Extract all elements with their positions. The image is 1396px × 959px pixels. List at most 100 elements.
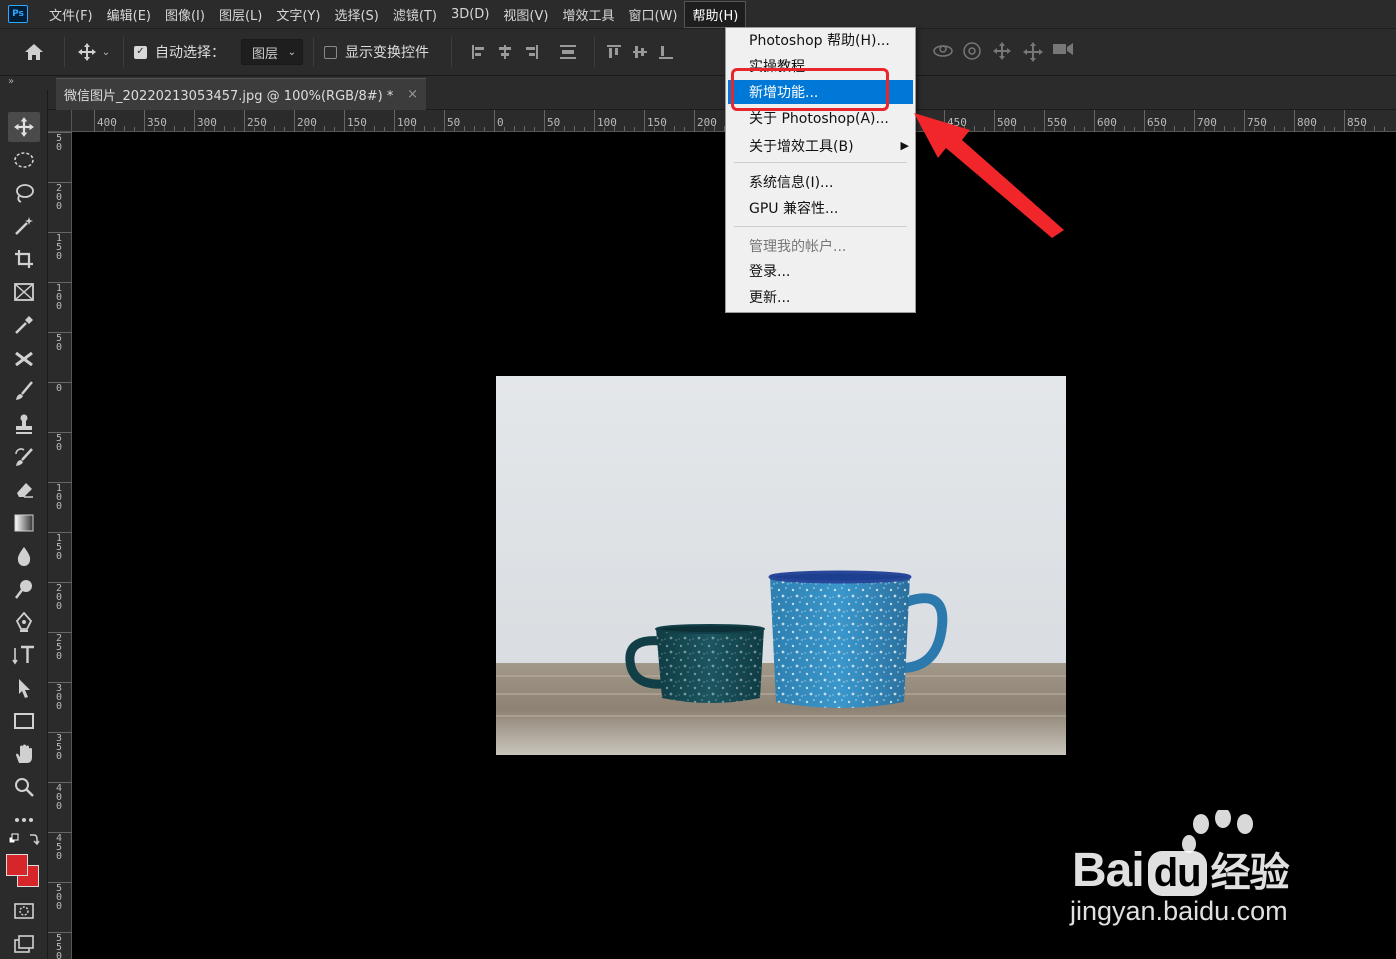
ruler-minor-tick bbox=[464, 126, 465, 131]
baidu-logo-text: Bai du 经验 bbox=[1072, 840, 1290, 898]
ruler-minor-tick bbox=[604, 127, 605, 131]
ruler-minor-tick bbox=[564, 126, 565, 131]
crop-icon[interactable] bbox=[8, 244, 40, 274]
gradient-icon[interactable] bbox=[8, 508, 40, 538]
ruler-tick bbox=[48, 632, 72, 633]
healing-brush-icon[interactable] bbox=[8, 343, 40, 373]
swap-colors-icon[interactable] bbox=[8, 830, 40, 850]
align-left-icon[interactable] bbox=[470, 43, 488, 61]
ruler-tick-label: 50 bbox=[56, 333, 63, 353]
rectangle-icon[interactable] bbox=[8, 706, 40, 736]
history-brush-icon[interactable] bbox=[8, 442, 40, 472]
menu-item-sign-in[interactable]: 登录... bbox=[726, 259, 915, 283]
quick-mask-icon[interactable] bbox=[8, 896, 40, 926]
menu-image[interactable]: 图像(I) bbox=[158, 2, 212, 27]
ellipse-marquee-icon[interactable] bbox=[8, 145, 40, 175]
menu-edit[interactable]: 编辑(E) bbox=[100, 2, 158, 27]
lasso-icon[interactable] bbox=[8, 178, 40, 208]
pan-3d-icon[interactable] bbox=[992, 41, 1011, 60]
align-right-icon[interactable] bbox=[522, 43, 540, 61]
move-tool-icon[interactable] bbox=[75, 40, 99, 64]
ruler-tick bbox=[1194, 110, 1195, 132]
collapse-panels-button[interactable]: » bbox=[0, 76, 48, 90]
clone-stamp-icon[interactable] bbox=[8, 409, 40, 439]
menu-layer[interactable]: 图层(L) bbox=[212, 2, 269, 27]
align-middle-icon[interactable] bbox=[631, 43, 649, 61]
type-tool-icon[interactable] bbox=[8, 640, 40, 670]
ruler-tick bbox=[48, 182, 72, 183]
hand-icon[interactable] bbox=[8, 739, 40, 769]
document-tab[interactable]: 微信图片_20220213053457.jpg @ 100%(RGB/8#) *… bbox=[56, 78, 426, 110]
align-center-horizontal-icon[interactable] bbox=[496, 43, 514, 61]
slide-3d-icon[interactable] bbox=[1022, 41, 1043, 62]
ruler-minor-tick bbox=[704, 127, 705, 131]
align-bottom-icon[interactable] bbox=[657, 43, 675, 61]
ruler-tick-label: 200 bbox=[56, 183, 63, 212]
vertical-ruler[interactable]: 50 200 150 100 50 0 50 100 150 200 250 300 350 400 450… bbox=[48, 132, 72, 959]
dodge-icon[interactable] bbox=[8, 574, 40, 604]
distribute-icon[interactable] bbox=[558, 43, 576, 61]
video-camera-icon[interactable] bbox=[1052, 41, 1073, 59]
layer-dropdown[interactable]: 图层 ⌄ bbox=[241, 39, 303, 65]
menu-window[interactable]: 窗口(W) bbox=[621, 2, 684, 27]
auto-select-checkbox[interactable]: ✓ bbox=[134, 45, 147, 59]
menu-view[interactable]: 视图(V) bbox=[496, 2, 555, 27]
menu-item-system-info[interactable]: 系统信息(I)... bbox=[726, 170, 915, 194]
ruler-tick-label: 150 bbox=[56, 533, 63, 562]
align-top-icon[interactable] bbox=[605, 43, 623, 61]
path-selection-icon[interactable] bbox=[8, 673, 40, 703]
ruler-minor-tick bbox=[524, 126, 525, 131]
ruler-minor-tick bbox=[1314, 126, 1315, 131]
roll-3d-icon[interactable] bbox=[962, 41, 981, 60]
ruler-tick bbox=[48, 332, 72, 333]
ruler-tick-label: 150 bbox=[56, 233, 63, 262]
magic-wand-icon[interactable] bbox=[8, 211, 40, 241]
zoom-icon[interactable] bbox=[8, 772, 40, 802]
menu-filter[interactable]: 滤镜(T) bbox=[386, 2, 444, 27]
frame-icon[interactable] bbox=[8, 277, 40, 307]
ruler-minor-tick bbox=[384, 127, 385, 131]
home-icon[interactable] bbox=[22, 40, 46, 64]
orbit-3d-icon[interactable] bbox=[932, 41, 953, 59]
eyedropper-icon[interactable] bbox=[8, 310, 40, 340]
menu-item-photoshop-help[interactable]: Photoshop 帮助(H)... bbox=[726, 28, 915, 52]
eraser-icon[interactable] bbox=[8, 475, 40, 505]
menu-item-about-plugins[interactable]: 关于增效工具(B) ▶ bbox=[726, 134, 915, 158]
ruler-minor-tick bbox=[654, 127, 655, 131]
ruler-tick bbox=[294, 110, 295, 132]
screen-mode-icon[interactable] bbox=[8, 929, 40, 959]
menu-item-gpu-compat[interactable]: GPU 兼容性... bbox=[726, 196, 915, 220]
menu-3d[interactable]: 3D(D) bbox=[444, 4, 496, 25]
ruler-minor-tick bbox=[1374, 126, 1375, 131]
menu-plugins[interactable]: 增效工具 bbox=[555, 2, 621, 27]
ruler-tick bbox=[594, 110, 595, 132]
close-icon[interactable]: × bbox=[407, 87, 418, 102]
menu-select[interactable]: 选择(S) bbox=[327, 2, 385, 27]
brush-icon[interactable] bbox=[8, 376, 40, 406]
ruler-minor-tick bbox=[474, 126, 475, 131]
menu-file[interactable]: 文件(F) bbox=[42, 2, 100, 27]
ruler-tick bbox=[48, 882, 72, 883]
foreground-color-swatch[interactable] bbox=[6, 854, 28, 876]
ruler-tick-label: 0 bbox=[56, 383, 63, 394]
ruler-origin[interactable] bbox=[48, 110, 72, 132]
ruler-minor-tick bbox=[1354, 127, 1355, 131]
chevron-down-icon[interactable]: ⌄ bbox=[99, 40, 113, 64]
ruler-minor-tick bbox=[254, 127, 255, 131]
menu-item-about-plugins-label: 关于增效工具(B) bbox=[749, 139, 854, 155]
photo-two-enamel-mugs bbox=[496, 376, 1066, 755]
menu-help[interactable]: 帮助(H) bbox=[684, 0, 747, 28]
menu-type[interactable]: 文字(Y) bbox=[269, 2, 327, 27]
menu-item-updates[interactable]: 更新... bbox=[726, 285, 915, 309]
blur-icon[interactable] bbox=[8, 541, 40, 571]
pen-icon[interactable] bbox=[8, 607, 40, 637]
show-transform-checkbox[interactable] bbox=[324, 45, 337, 59]
ruler-minor-tick bbox=[664, 126, 665, 131]
ruler-minor-tick bbox=[104, 127, 105, 131]
align-controls bbox=[470, 43, 540, 61]
ruler-minor-tick bbox=[304, 127, 305, 131]
ruler-minor-tick bbox=[434, 127, 435, 131]
move-tool-icon[interactable] bbox=[8, 112, 40, 142]
chevron-down-icon: ⌄ bbox=[287, 46, 296, 58]
color-swatches[interactable] bbox=[5, 853, 41, 889]
